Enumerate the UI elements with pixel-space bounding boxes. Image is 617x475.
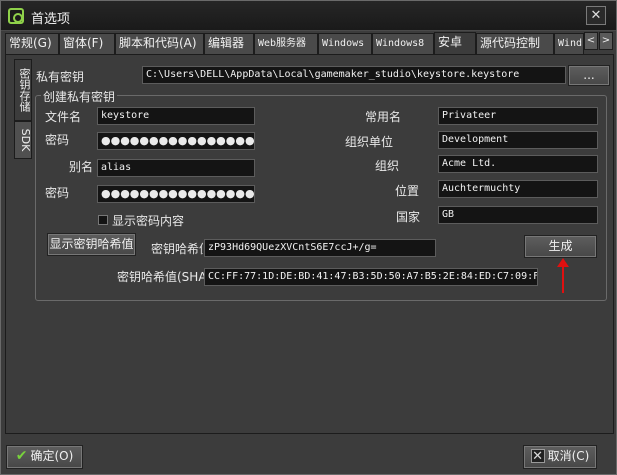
organization-field[interactable]: Acme Ltd.: [438, 155, 598, 173]
side-tab-keystore[interactable]: 密钥存储: [14, 59, 32, 121]
tab-scroll-right-icon[interactable]: >: [599, 32, 613, 50]
location-field[interactable]: Auchtermuchty: [438, 180, 598, 198]
title-bar: 首选项 ✕: [1, 1, 616, 31]
password-confirm-label: 密码: [45, 186, 70, 200]
red-annotation-arrow-icon: [557, 258, 569, 293]
sha-hash-label: 密钥哈希值(SHA: [117, 270, 204, 284]
tab-windows[interactable]: Windows: [318, 33, 372, 54]
window-title: 首选项: [31, 12, 71, 27]
password-label: 密码: [45, 133, 70, 147]
tab-source-control[interactable]: 源代码控制: [476, 33, 554, 54]
group-title: 创建私有密钥: [41, 88, 118, 105]
close-button[interactable]: ✕: [586, 6, 606, 25]
show-password-label: 显示密码内容: [112, 214, 185, 228]
cancel-label: 取消(C): [547, 449, 590, 463]
tab-web-server[interactable]: Web服务器: [254, 33, 318, 54]
location-label: 位置: [395, 184, 420, 198]
show-key-hash-button[interactable]: 显示密钥哈希值: [47, 233, 136, 256]
cancel-x-icon: ✕: [530, 449, 545, 464]
org-unit-field[interactable]: Development: [438, 131, 598, 149]
country-label: 国家: [396, 210, 421, 224]
sha-hash-field[interactable]: CC:FF:77:1D:DE:BD:41:47:B3:5D:50:A7:B5:2…: [204, 268, 538, 286]
filename-field[interactable]: keystore: [97, 107, 255, 125]
password-confirm-field[interactable]: ●●●●●●●●●●●●●●●●: [97, 185, 255, 203]
tab-editor[interactable]: 编辑器: [204, 33, 254, 54]
tab-windows8[interactable]: Windows8: [372, 33, 434, 54]
key-hash-field[interactable]: zP93Hd69QUezXVCntS6E7ccJ+/g=: [204, 239, 436, 257]
gamemaker-logo-icon: [8, 8, 24, 24]
tab-form[interactable]: 窗体(F): [59, 33, 115, 54]
tab-windows-overflow[interactable]: Wind: [554, 33, 584, 54]
private-key-path-field[interactable]: C:\Users\DELL\AppData\Local\gamemaker_st…: [142, 66, 566, 84]
key-hash-label: 密钥哈希值: [151, 242, 203, 256]
show-password-checkbox[interactable]: [98, 215, 108, 225]
checkmark-icon: ✔: [15, 448, 28, 464]
ok-label: 确定(O): [30, 449, 74, 463]
country-field[interactable]: GB: [438, 206, 598, 224]
create-private-key-group: 创建私有密钥 文件名 keystore 密码 ●●●●●●●●●●●●●●●● …: [35, 88, 607, 301]
side-tab-sdk-label: SDK: [19, 128, 32, 152]
tab-general[interactable]: 常规(G): [5, 33, 59, 54]
alias-label: 别名: [69, 160, 94, 174]
ok-button[interactable]: ✔ 确定(O): [6, 445, 83, 469]
side-tab-sdk[interactable]: SDK: [14, 121, 32, 159]
private-key-label: 私有密钥: [36, 70, 85, 84]
common-name-label: 常用名: [365, 110, 402, 124]
browse-button[interactable]: ...: [568, 65, 610, 86]
cancel-button[interactable]: ✕ 取消(C): [523, 445, 597, 469]
organization-label: 组织: [375, 159, 400, 173]
footer-bar: ✔ 确定(O) ✕ 取消(C): [5, 438, 614, 472]
generate-button[interactable]: 生成: [524, 235, 597, 258]
tab-scripts-and-code[interactable]: 脚本和代码(A): [115, 33, 204, 54]
alias-field[interactable]: alias: [97, 159, 255, 177]
preferences-window: 首选项 ✕ 常规(G) 窗体(F) 脚本和代码(A) 编辑器 Web服务器 Wi…: [0, 0, 617, 475]
org-unit-label: 组织单位: [345, 135, 394, 149]
common-name-field[interactable]: Privateer: [438, 107, 598, 125]
filename-label: 文件名: [45, 110, 82, 124]
tab-android[interactable]: 安卓: [434, 32, 476, 54]
side-tab-keystore-label: 密钥存储: [18, 68, 31, 112]
android-settings-panel: 密钥存储 SDK 私有密钥 C:\Users\DELL\AppData\Loca…: [5, 54, 614, 434]
tab-bar: 常规(G) 窗体(F) 脚本和代码(A) 编辑器 Web服务器 Windows …: [5, 32, 614, 54]
tab-scroll-left-icon[interactable]: <: [584, 32, 598, 50]
password-field[interactable]: ●●●●●●●●●●●●●●●●: [97, 132, 255, 150]
